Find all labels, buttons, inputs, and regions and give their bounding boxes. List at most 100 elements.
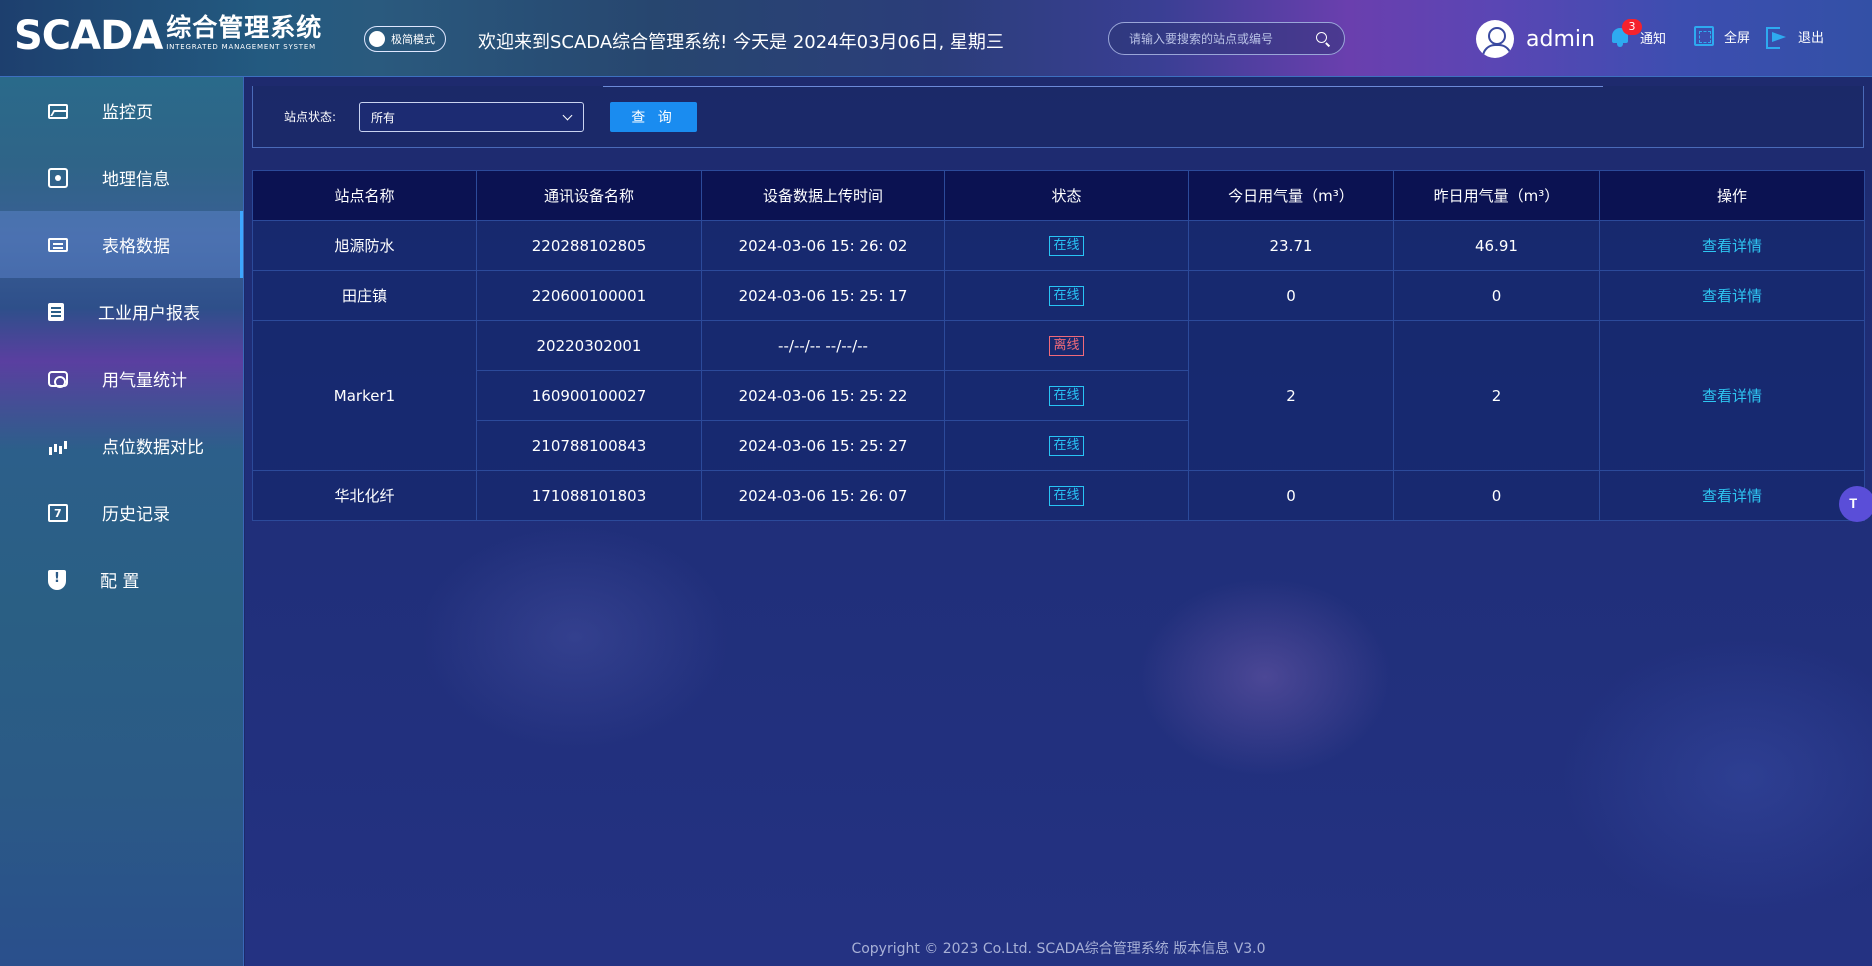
sidebar-item-label: 点位数据对比 — [102, 438, 204, 458]
user-menu[interactable]: admin — [1476, 20, 1595, 58]
sidebar-item-config[interactable]: 配 置 — [0, 546, 243, 613]
chevron-down-icon — [562, 110, 573, 121]
yesterday-gas: 0 — [1393, 470, 1600, 521]
col-header-device: 通讯设备名称 — [476, 170, 702, 221]
col-header-yesterday-gas: 昨日用气量（m³） — [1393, 170, 1600, 221]
device-name: 20220302001 — [476, 320, 702, 371]
sidebar-nav: 监控页 地理信息 表格数据 工业用户报表 用气量统计 点位数据对比 历史记录 配… — [0, 77, 244, 966]
station-name: 华北化纤 — [252, 470, 477, 521]
main-content: 站点状态: 所有 查 询 站点名称 通讯设备名称 设备数据上传时间 状态 今日用… — [245, 77, 1872, 966]
sidebar-item-label: 用气量统计 — [102, 371, 187, 391]
device-name: 210788100843 — [476, 420, 702, 471]
report-icon — [48, 302, 64, 321]
yesterday-gas: 0 — [1393, 270, 1600, 321]
station-status-label: 站点状态: — [284, 110, 337, 124]
sidebar-item-table-data[interactable]: 表格数据 — [0, 211, 243, 278]
yesterday-gas: 2 — [1393, 320, 1600, 471]
sidebar-item-label: 工业用户报表 — [98, 304, 200, 324]
upload-time: --/--/-- --/--/-- — [701, 320, 945, 371]
table-row: 华北化纤 171088101803 2024-03-06 15: 26: 07 … — [252, 470, 1865, 521]
calendar-icon — [48, 503, 68, 522]
col-header-action: 操作 — [1599, 170, 1865, 221]
tool-icon: 𝐓 — [1849, 496, 1858, 512]
app-logo: SCADA 综合管理系统 INTEGRATED MANAGEMENT SYSTE… — [14, 13, 323, 59]
sidebar-item-label: 配 置 — [100, 572, 140, 592]
search-box[interactable] — [1108, 22, 1345, 55]
today-gas: 0 — [1188, 270, 1394, 321]
yesterday-gas: 46.91 — [1393, 220, 1600, 271]
floating-tool-button[interactable]: 𝐓 — [1839, 486, 1872, 522]
station-name: 田庄镇 — [252, 270, 477, 321]
station-status-value: 所有 — [371, 110, 396, 125]
sidebar-item-label: 监控页 — [102, 103, 153, 123]
status-badge: 离线 — [1049, 336, 1084, 356]
view-detail-link[interactable]: 查看详情 — [1702, 237, 1762, 255]
sidebar-item-monitor[interactable]: 监控页 — [0, 77, 243, 144]
shield-icon — [48, 569, 66, 590]
logout-icon — [1766, 26, 1788, 49]
sidebar-item-point-compare[interactable]: 点位数据对比 — [0, 412, 243, 479]
footer-copyright: Copyright © 2023 Co.Ltd. SCADA综合管理系统 版本信… — [851, 941, 1266, 957]
upload-time: 2024-03-06 15: 25: 22 — [701, 370, 945, 421]
search-input[interactable] — [1129, 31, 1316, 46]
top-header: SCADA 综合管理系统 INTEGRATED MANAGEMENT SYSTE… — [0, 0, 1872, 77]
logo-en-text: INTEGRATED MANAGEMENT SYSTEM — [166, 43, 316, 51]
logout-button[interactable]: 退出 — [1766, 26, 1824, 49]
device-name: 160900100027 — [476, 370, 702, 421]
table-icon — [48, 237, 68, 252]
logo-scada-text: SCADA — [14, 13, 163, 59]
device-name: 171088101803 — [476, 470, 702, 521]
monitor-icon — [48, 103, 68, 119]
simple-mode-toggle[interactable]: 极简模式 — [364, 26, 446, 52]
view-detail-link[interactable]: 查看详情 — [1702, 287, 1762, 305]
table-row: 田庄镇 220600100001 2024-03-06 15: 25: 17 在… — [252, 270, 1865, 321]
geo-icon — [48, 167, 68, 188]
search-icon[interactable] — [1316, 31, 1330, 46]
station-status-select[interactable]: 所有 — [359, 102, 584, 132]
sidebar-item-label: 表格数据 — [102, 237, 170, 257]
status-badge: 在线 — [1049, 436, 1084, 456]
device-name: 220600100001 — [476, 270, 702, 321]
today-gas: 2 — [1188, 320, 1394, 471]
sidebar-item-label: 地理信息 — [102, 170, 170, 190]
sidebar-item-industrial-report[interactable]: 工业用户报表 — [0, 278, 243, 345]
station-name: 旭源防水 — [252, 220, 477, 271]
today-gas: 23.71 — [1188, 220, 1394, 271]
station-table: 站点名称 通讯设备名称 设备数据上传时间 状态 今日用气量（m³） 昨日用气量（… — [252, 170, 1865, 521]
notification-label: 通知 — [1640, 31, 1667, 47]
table-row: Marker1 20220302001 --/--/-- --/--/-- 离线… — [252, 320, 1865, 471]
welcome-text: 欢迎来到SCADA综合管理系统! 今天是 2024年03月06日, 星期三 — [478, 32, 1004, 53]
device-name: 220288102805 — [476, 220, 702, 271]
chart-icon — [48, 436, 68, 456]
sidebar-item-history[interactable]: 历史记录 — [0, 479, 243, 546]
upload-time: 2024-03-06 15: 26: 07 — [701, 470, 945, 521]
status-badge: 在线 — [1049, 386, 1084, 406]
status-badge: 在线 — [1049, 286, 1084, 306]
table-header-row: 站点名称 通讯设备名称 设备数据上传时间 状态 今日用气量（m³） 昨日用气量（… — [252, 170, 1865, 221]
simple-mode-label: 极简模式 — [391, 33, 435, 46]
col-header-station: 站点名称 — [252, 170, 477, 221]
view-detail-link[interactable]: 查看详情 — [1702, 387, 1762, 405]
fullscreen-label: 全屏 — [1724, 30, 1751, 46]
col-header-status: 状态 — [944, 170, 1189, 221]
upload-time: 2024-03-06 15: 25: 27 — [701, 420, 945, 471]
fullscreen-button[interactable]: 全屏 — [1694, 26, 1750, 46]
logo-cn-text: 综合管理系统 — [166, 13, 323, 42]
station-name: Marker1 — [252, 320, 477, 471]
gas-stat-icon — [48, 370, 68, 388]
upload-time: 2024-03-06 15: 25: 17 — [701, 270, 945, 321]
sidebar-item-geo[interactable]: 地理信息 — [0, 144, 243, 211]
query-button[interactable]: 查 询 — [610, 102, 697, 132]
col-header-upload-time: 设备数据上传时间 — [701, 170, 945, 221]
col-header-today-gas: 今日用气量（m³） — [1188, 170, 1394, 221]
today-gas: 0 — [1188, 470, 1394, 521]
avatar[interactable] — [1476, 20, 1514, 58]
sidebar-item-gas-stats[interactable]: 用气量统计 — [0, 345, 243, 412]
status-badge: 在线 — [1049, 236, 1084, 256]
fullscreen-icon — [1694, 26, 1714, 46]
sidebar-item-label: 历史记录 — [102, 505, 170, 525]
notification-badge: 3 — [1622, 19, 1642, 35]
username[interactable]: admin — [1526, 27, 1595, 52]
toggle-knob — [369, 31, 385, 47]
view-detail-link[interactable]: 查看详情 — [1702, 487, 1762, 505]
